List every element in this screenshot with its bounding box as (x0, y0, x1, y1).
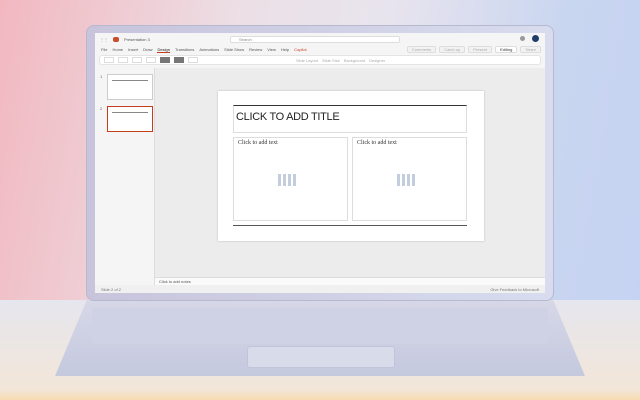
content-placeholder-right[interactable]: Click to add text (352, 137, 467, 221)
title-placeholder[interactable]: CLICK TO ADD TITLE (233, 105, 467, 133)
theme-option[interactable] (174, 57, 184, 63)
tab-help[interactable]: Help (281, 47, 289, 52)
tab-slide-show[interactable]: Slide Show (224, 47, 244, 52)
settings-icon[interactable] (520, 36, 525, 41)
tab-file[interactable]: File (101, 47, 107, 52)
design-ribbon: Slide Layout Slide Size Background Desig… (99, 55, 541, 65)
tab-transitions[interactable]: Transitions (175, 47, 194, 52)
keyboard-area (92, 308, 548, 344)
slide-thumbnail-1[interactable] (107, 74, 153, 100)
theme-option[interactable] (146, 57, 156, 63)
avatar[interactable] (532, 35, 539, 42)
theme-option[interactable] (118, 57, 128, 63)
slide-thumbnail-2[interactable] (107, 106, 153, 132)
theme-option[interactable] (160, 57, 170, 63)
tab-design[interactable]: Design (157, 47, 170, 53)
theme-option[interactable] (188, 57, 198, 63)
trackpad (247, 346, 395, 368)
powerpoint-window: ⋮⋮ Presentation 3 Search File Home Inser… (95, 33, 545, 293)
menu-bar: File Home Insert Draw Design Transitions… (95, 45, 545, 54)
feedback-link[interactable]: Give Feedback to Microsoft (490, 287, 539, 292)
notes-pane[interactable]: Click to add notes (155, 277, 545, 285)
thumbnail-number: 2 (100, 106, 103, 111)
search-input[interactable]: Search (230, 36, 400, 43)
slide: CLICK TO ADD TITLE Click to add text Cli… (218, 91, 484, 241)
insert-content-icon[interactable] (397, 174, 417, 186)
catch-up-button[interactable]: Catch up (439, 46, 466, 53)
tab-home[interactable]: Home (112, 47, 123, 52)
title-bar: ⋮⋮ Presentation 3 Search (95, 33, 545, 45)
app-launcher-icon[interactable]: ⋮⋮ (100, 37, 108, 42)
tab-draw[interactable]: Draw (143, 47, 152, 52)
editing-button[interactable]: Editing (495, 46, 518, 53)
slide-layout-button[interactable]: Slide Layout (296, 58, 318, 63)
tab-review[interactable]: Review (249, 47, 262, 52)
background-button[interactable]: Background (344, 58, 365, 63)
slide-counter: Slide 2 of 2 (101, 286, 122, 292)
share-button[interactable]: Share (520, 46, 541, 53)
status-bar: Slide 2 of 2 Give Feedback to Microsoft (95, 285, 545, 293)
slide-thumbnails: 1 2 (95, 68, 155, 285)
content-placeholder-left[interactable]: Click to add text (233, 137, 348, 221)
slide-size-button[interactable]: Slide Size (322, 58, 340, 63)
placeholder-text: Click to add text (238, 140, 278, 146)
theme-option[interactable] (132, 57, 142, 63)
tab-insert[interactable]: Insert (128, 47, 138, 52)
slide-canvas: CLICK TO ADD TITLE Click to add text Cli… (155, 68, 545, 285)
comments-button[interactable]: Comments (406, 46, 437, 53)
tab-view[interactable]: View (267, 47, 276, 52)
placeholder-text: Click to add text (357, 140, 397, 146)
file-name[interactable]: Presentation 3 (124, 37, 150, 42)
designer-button[interactable]: Designer (369, 58, 385, 63)
present-button[interactable]: Present (468, 46, 493, 53)
tab-copilot[interactable]: Copilot (294, 47, 306, 52)
thumbnail-number: 1 (100, 74, 103, 79)
insert-content-icon[interactable] (278, 174, 298, 186)
theme-option[interactable] (104, 57, 114, 63)
slide-divider (233, 225, 467, 226)
tab-animations[interactable]: Animations (199, 47, 219, 52)
powerpoint-logo-icon (113, 36, 119, 42)
